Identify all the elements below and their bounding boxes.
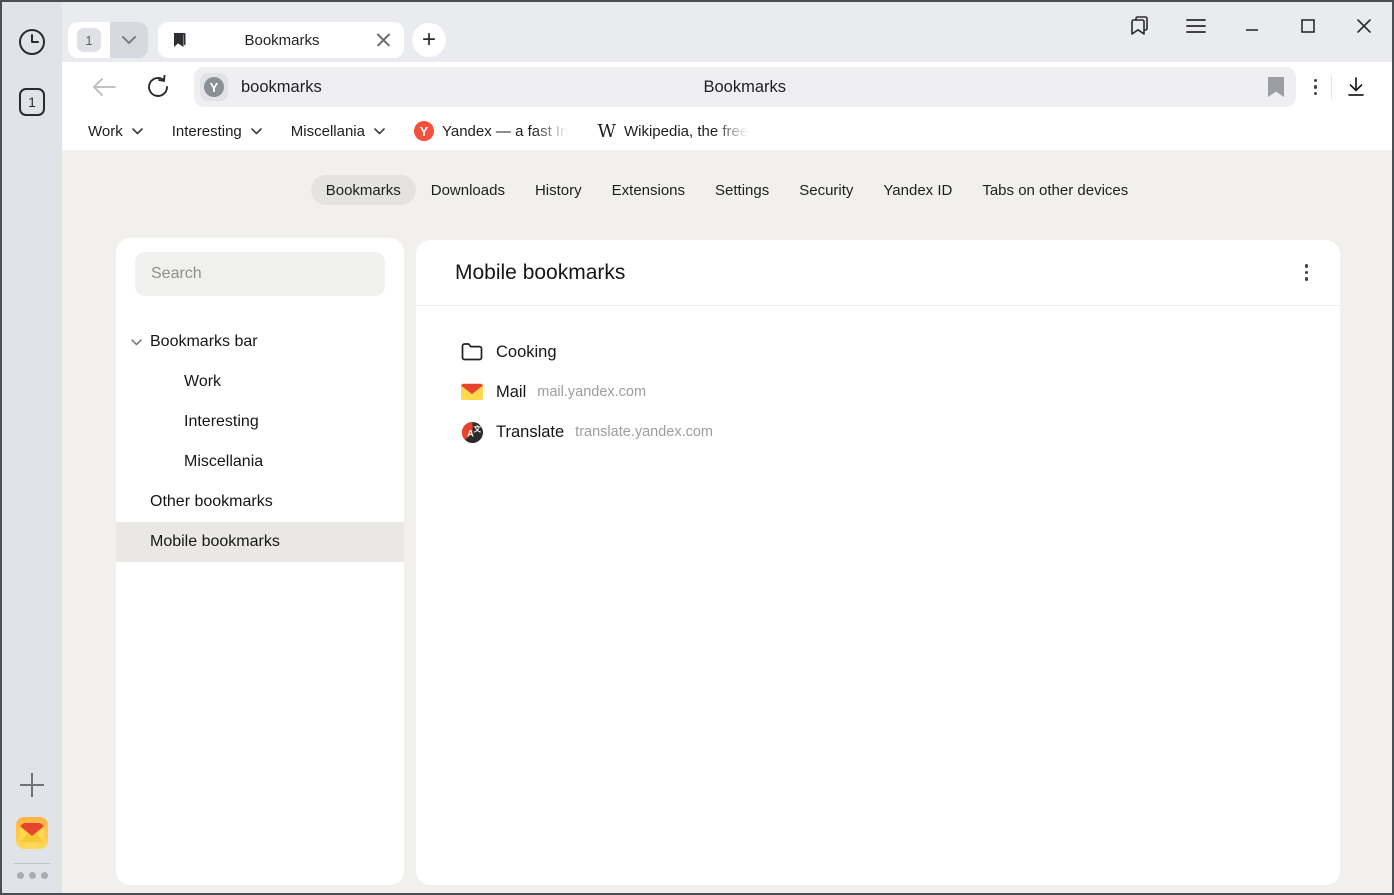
chevron-down-icon [122, 36, 136, 44]
yandex-translate-icon: A 文 [461, 422, 483, 443]
tab-downloads[interactable]: Downloads [416, 175, 520, 205]
toolbar-kebab-icon[interactable] [1310, 75, 1322, 100]
downloads-icon[interactable] [1342, 73, 1370, 101]
rail-tab-counter[interactable]: 1 [19, 88, 45, 116]
bookmark-tab-icon [170, 31, 188, 49]
back-icon[interactable] [90, 73, 118, 101]
bookmark-list: Cooking Mail mail.yandex.com [416, 332, 1340, 452]
chevron-down-icon [251, 128, 262, 135]
left-rail: 1 [2, 2, 62, 893]
yandex-mail-app-icon[interactable] [16, 817, 48, 849]
tab-settings[interactable]: Settings [700, 175, 784, 205]
favbar-folder-work[interactable]: Work [88, 123, 143, 140]
tab-group-count[interactable]: 1 [68, 22, 110, 58]
history-clock-icon[interactable] [18, 28, 46, 56]
maximize-button[interactable] [1294, 12, 1322, 40]
address-bar[interactable]: Y bookmarks Bookmarks [194, 67, 1296, 107]
chevron-down-icon [132, 128, 143, 135]
tab-security[interactable]: Security [784, 175, 868, 205]
tab-group-chevron[interactable] [110, 22, 148, 58]
list-item-cooking[interactable]: Cooking [416, 332, 1340, 372]
chevron-down-icon[interactable] [131, 339, 150, 346]
new-tab-button[interactable]: + [412, 23, 446, 57]
tree-item-other-bookmarks[interactable]: Other bookmarks [116, 482, 404, 522]
list-header: Mobile bookmarks [416, 240, 1340, 306]
list-item-translate[interactable]: A 文 Translate translate.yandex.com [416, 412, 1340, 452]
search-input[interactable] [135, 252, 385, 296]
bookmarks-tree: Bookmarks bar Work Interesting Miscellan… [116, 322, 404, 562]
browser-window: 1 1 [0, 0, 1394, 895]
bookmarks-panel-icon[interactable] [1126, 12, 1154, 40]
manager-nav-tabs: Bookmarks Downloads History Extensions S… [62, 175, 1392, 205]
tab-history[interactable]: History [520, 175, 597, 205]
tab-strip: 1 Bookmarks + [62, 2, 1392, 62]
tree-item-miscellania[interactable]: Miscellania [116, 442, 404, 482]
chevron-down-icon [374, 128, 385, 135]
favbar-link-wikipedia[interactable]: W Wikipedia, the free [597, 121, 748, 142]
favorites-bar: Work Interesting Miscellania Y Yandex — … [62, 112, 1392, 150]
rail-divider [14, 863, 50, 864]
tree-item-bookmarks-bar[interactable]: Bookmarks bar [116, 322, 404, 362]
bookmarks-tree-panel: Bookmarks bar Work Interesting Miscellan… [116, 238, 404, 885]
active-tab[interactable]: Bookmarks [158, 22, 404, 58]
tab-bookmarks[interactable]: Bookmarks [311, 175, 416, 205]
plus-icon: + [422, 30, 436, 50]
tab-title: Bookmarks [188, 32, 376, 49]
bookmark-star-icon[interactable] [1268, 77, 1284, 97]
favbar-folder-interesting[interactable]: Interesting [172, 123, 262, 140]
tab-other-devices[interactable]: Tabs on other devices [967, 175, 1143, 205]
favbar-folder-miscellania[interactable]: Miscellania [291, 123, 385, 140]
folder-icon [461, 343, 483, 361]
tab-close-icon[interactable] [376, 32, 392, 48]
tab-group-chip[interactable]: 1 [68, 22, 148, 58]
rail-add-icon[interactable] [20, 773, 44, 797]
favbar-link-yandex[interactable]: Y Yandex — a fast In [414, 121, 568, 141]
bookmarks-list-panel: Mobile bookmarks Cooking Mail mail.yande… [416, 240, 1340, 885]
yandex-mail-icon [461, 383, 483, 401]
folder-kebab-icon[interactable] [1301, 260, 1313, 285]
tree-item-work[interactable]: Work [116, 362, 404, 402]
toolbar-divider [1331, 75, 1332, 99]
page-title: Bookmarks [194, 78, 1296, 97]
rail-more-icon[interactable] [17, 872, 48, 879]
close-button[interactable] [1350, 12, 1378, 40]
tab-yandex-id[interactable]: Yandex ID [868, 175, 967, 205]
toolbar: Y bookmarks Bookmarks [62, 62, 1392, 112]
menu-icon[interactable] [1182, 12, 1210, 40]
svg-text:文: 文 [473, 423, 481, 433]
tree-item-interesting[interactable]: Interesting [116, 402, 404, 442]
bookmarks-manager-page: Bookmarks Downloads History Extensions S… [62, 150, 1392, 893]
url-text[interactable]: bookmarks [241, 78, 322, 97]
list-item-mail[interactable]: Mail mail.yandex.com [416, 372, 1340, 412]
minimize-button[interactable] [1238, 12, 1266, 40]
site-badge: Y [200, 73, 228, 101]
tab-extensions[interactable]: Extensions [597, 175, 700, 205]
reload-icon[interactable] [144, 73, 172, 101]
wikipedia-icon: W [597, 121, 616, 142]
yandex-favicon: Y [204, 77, 224, 97]
tree-item-mobile-bookmarks[interactable]: Mobile bookmarks [116, 522, 404, 562]
folder-title: Mobile bookmarks [455, 261, 625, 285]
yandex-red-icon: Y [414, 121, 434, 141]
